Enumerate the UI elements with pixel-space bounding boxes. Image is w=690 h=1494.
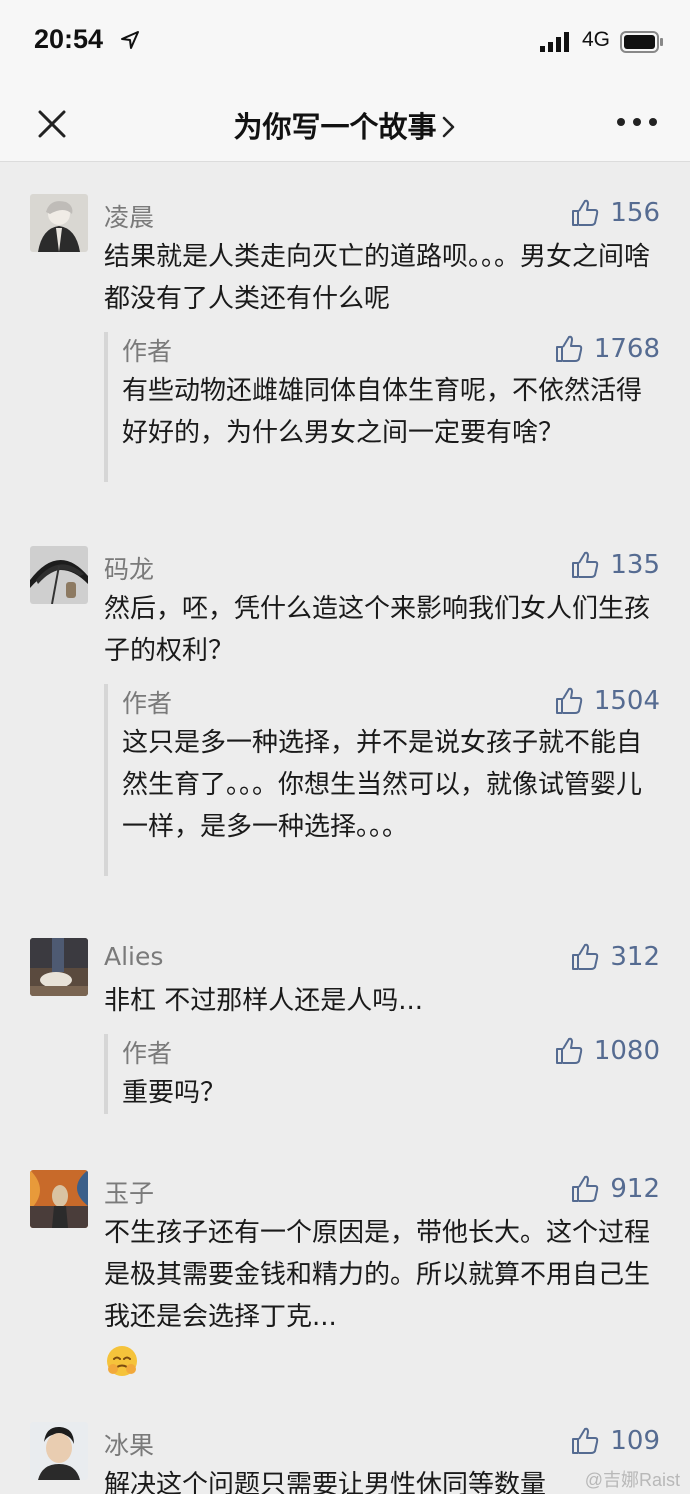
battery-icon: [620, 31, 663, 53]
signal-icon: [540, 32, 569, 52]
comment-text: 然后，呸，凭什么造这个来影响我们女人们生孩子的权利？: [104, 594, 651, 666]
like-button[interactable]: 912: [570, 1174, 660, 1204]
like-button[interactable]: 156: [570, 198, 660, 228]
like-button[interactable]: 1768: [554, 334, 660, 364]
comment-author[interactable]: 凌晨: [104, 198, 154, 234]
author-reply: 作者 1080 重要吗？: [104, 1034, 660, 1114]
thumbs-up-icon: [572, 199, 599, 226]
comment-text: 不生孩子还有一个原因是，带他长大。这个过程是极其需要金钱和精力的。所以就算不用自…: [104, 1218, 651, 1332]
comment-author[interactable]: 玉子: [104, 1174, 154, 1210]
nav-bar: 为你写一个故事: [0, 84, 690, 162]
like-count: 1768: [593, 334, 660, 364]
like-button[interactable]: 135: [570, 550, 660, 580]
like-button[interactable]: 312: [570, 942, 660, 972]
like-count: 135: [610, 550, 660, 580]
author-reply: 作者 1504 这只是多一种选择，并不是说女孩子就不能自然生育了。。。你想生当然…: [104, 684, 660, 876]
avatar[interactable]: [30, 546, 88, 604]
network-type: 4G: [582, 28, 611, 51]
thumbs-up-icon: [555, 335, 583, 362]
comment-author[interactable]: 冰果: [104, 1426, 154, 1462]
avatar[interactable]: [30, 938, 88, 996]
comment-author[interactable]: Alies: [104, 942, 163, 971]
avatar[interactable]: [30, 1422, 88, 1480]
reply-author: 作者: [122, 337, 173, 366]
comment-list: 凌晨 156 结果就是人类走向灭亡的道路呗。。。男女之间啥都没有了人类还有什么呢…: [0, 162, 690, 1494]
status-time: 20:54: [34, 24, 104, 54]
thumbs-up-icon: [572, 1427, 599, 1454]
comment-text-block: 不生孩子还有一个原因是，带他长大。这个过程是极其需要金钱和精力的。所以就算不用自…: [104, 1212, 664, 1380]
thumbs-up-icon: [572, 1175, 599, 1202]
reply-text: 有些动物还雌雄同体自体生育呢，不依然活得好好的，为什么男女之间一定要有啥？: [122, 376, 643, 448]
like-count: 156: [610, 198, 660, 228]
reply-text: 重要吗？: [122, 1078, 227, 1108]
comment-text: 结果就是人类走向灭亡的道路呗。。。男女之间啥都没有了人类还有什么呢: [104, 242, 651, 314]
avatar[interactable]: [30, 1170, 88, 1228]
thumbs-up-icon: [555, 687, 583, 714]
comment-author[interactable]: 码龙: [104, 550, 154, 586]
chevron-right-icon: [442, 116, 454, 138]
like-count: 1504: [593, 686, 660, 716]
like-button[interactable]: 1080: [554, 1036, 660, 1066]
thumbs-up-icon: [572, 943, 599, 970]
location-arrow-icon: [121, 31, 139, 49]
comment-text: 解决这个问题只需要让男性休同等数量: [104, 1470, 547, 1494]
reply-author: 作者: [122, 689, 173, 718]
like-count: 1080: [593, 1036, 660, 1066]
thumbs-up-icon: [555, 1037, 583, 1064]
like-count: 912: [610, 1174, 660, 1204]
facepalm-emoji-icon: [107, 1345, 137, 1376]
status-bar: 20:54 4G: [0, 0, 690, 84]
avatar[interactable]: [30, 194, 88, 252]
like-count: 312: [610, 942, 660, 972]
like-button[interactable]: 1504: [554, 686, 660, 716]
like-count: 109: [610, 1426, 660, 1456]
reply-author: 作者: [122, 1039, 173, 1068]
reply-text: 这只是多一种选择，并不是说女孩子就不能自然生育了。。。你想生当然可以，就像试管婴…: [122, 728, 643, 842]
more-icon[interactable]: [616, 116, 658, 128]
page-title: 为你写一个故事: [233, 110, 437, 144]
author-reply: 作者 1768 有些动物还雌雄同体自体生育呢，不依然活得好好的，为什么男女之间一…: [104, 332, 660, 482]
watermark: @吉娜Raist: [584, 1470, 680, 1490]
comment-text: 非杠 不过那样人还是人吗...: [104, 986, 424, 1016]
thumbs-up-icon: [572, 551, 599, 578]
like-button[interactable]: 109: [570, 1426, 660, 1456]
nav-title-link[interactable]: 为你写一个故事: [0, 104, 690, 146]
